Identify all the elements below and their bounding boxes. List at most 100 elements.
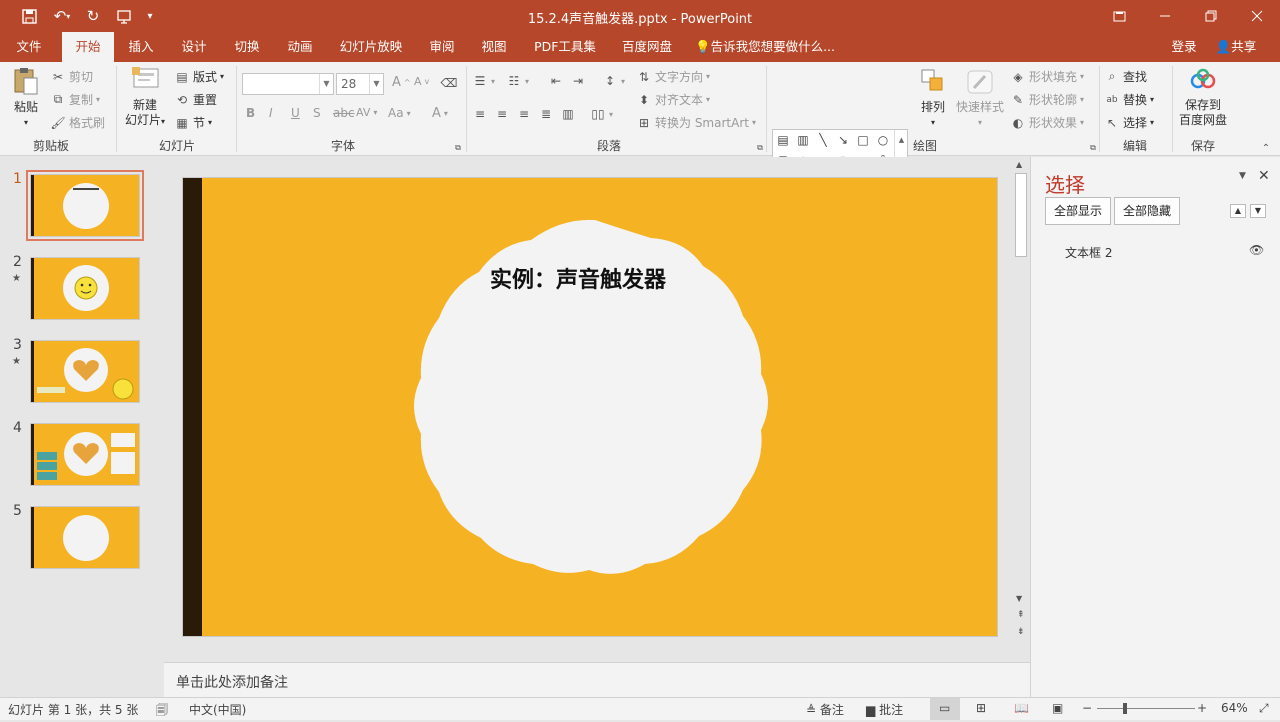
collapse-ribbon-icon[interactable]: ⌃ (1258, 140, 1274, 156)
arrange-button[interactable]: 排列 ▾ (914, 68, 952, 130)
zoom-level[interactable]: 64% (1221, 701, 1248, 715)
increase-indent-button[interactable]: ⇥ (570, 73, 586, 89)
align-center-button[interactable]: ≡ (494, 106, 510, 122)
justify-button[interactable]: ≣ (538, 106, 554, 122)
slide-title[interactable]: 实例：声音触发器 (490, 262, 700, 294)
textbox-shape-icon[interactable]: ▤ (774, 131, 792, 149)
scrollbar-thumb[interactable] (1015, 173, 1027, 257)
copy-button[interactable]: ⧉ 复制 ▾ (50, 91, 100, 108)
scroll-down-icon[interactable]: ▼ (1016, 594, 1022, 603)
layout-button[interactable]: ▤ 版式 ▾ (174, 68, 224, 85)
zoom-slider-thumb[interactable] (1123, 703, 1127, 714)
align-right-button[interactable]: ≡ (516, 106, 532, 122)
pane-options-icon[interactable]: ▼ (1239, 171, 1246, 181)
line-shape-icon[interactable]: ╲ (814, 131, 832, 149)
tab-slideshow[interactable]: 幻灯片放映 (332, 32, 410, 62)
vertical-textbox-shape-icon[interactable]: ▥ (794, 131, 812, 149)
font-size-field[interactable]: 28 ▼ (336, 73, 384, 95)
bold-button[interactable]: B (246, 106, 255, 120)
hide-all-button[interactable]: 全部隐藏 (1114, 197, 1181, 225)
font-color-button[interactable]: A ▾ (432, 106, 448, 121)
slide-sorter-icon[interactable]: ⊞ (976, 701, 986, 715)
login-link[interactable]: 登录 (1166, 32, 1202, 62)
eye-icon[interactable]: 👁 (1249, 243, 1264, 257)
notes-pane[interactable]: 单击此处添加备注 (164, 662, 1030, 697)
slide-thumbnail-4[interactable] (30, 423, 140, 486)
spelling-icon[interactable]: 🗐 (156, 701, 168, 722)
fit-to-window-icon[interactable]: ⤢ (1259, 701, 1269, 716)
strikethrough-button[interactable]: abc (333, 106, 355, 120)
tab-transitions[interactable]: 切换 (225, 32, 269, 62)
shrink-font-button[interactable]: Av (414, 75, 429, 88)
slide-thumbnail-5[interactable] (30, 506, 140, 569)
columns-button[interactable]: ▯▯ ▾ (590, 106, 613, 122)
notes-placeholder[interactable]: 单击此处添加备注 (176, 672, 288, 692)
rectangle-shape-icon[interactable]: □ (854, 131, 872, 149)
convert-smartart-button[interactable]: ⊞ 转换为 SmartArt ▾ (636, 114, 756, 131)
format-painter-button[interactable]: 🖌 格式刷 (50, 114, 105, 131)
previous-slide-icon[interactable]: ⇞ (1017, 610, 1025, 620)
language-indicator[interactable]: 中文(中国) (189, 701, 246, 718)
tab-view[interactable]: 视图 (472, 32, 516, 62)
comments-toggle[interactable]: ▆ 批注 (866, 701, 903, 718)
reset-button[interactable]: ⟲ 重置 (174, 91, 217, 108)
font-name-field[interactable]: ▼ (242, 73, 334, 95)
tell-me-search[interactable]: 💡告诉我您想要做什么... (695, 32, 840, 62)
close-icon[interactable] (1242, 4, 1272, 28)
tab-animations[interactable]: 动画 (278, 32, 322, 62)
vertical-scrollbar[interactable]: ▲ ▼ ⇞ ⇟ (1013, 157, 1030, 642)
slide-canvas[interactable]: 实例：声音触发器 (183, 178, 997, 636)
tab-insert[interactable]: 插入 (119, 32, 163, 62)
bring-forward-icon[interactable]: ▲ (1230, 204, 1246, 218)
new-slide-button[interactable]: 新建 幻灯片▾ (122, 66, 168, 129)
shape-fill-button[interactable]: ◈ 形状填充 ▾ (1010, 68, 1084, 85)
send-backward-icon[interactable]: ▼ (1250, 204, 1266, 218)
text-shadow-button[interactable]: S (313, 106, 321, 120)
tab-review[interactable]: 审阅 (420, 32, 464, 62)
change-case-button[interactable]: Aa ▾ (388, 106, 411, 120)
grow-font-button[interactable]: A ^ (392, 75, 411, 90)
scalloped-circle-shape[interactable] (183, 178, 997, 636)
arrow-line-shape-icon[interactable]: ↘ (834, 131, 852, 149)
slide-thumbnail-3[interactable] (30, 340, 140, 403)
quick-styles-button[interactable]: 快速样式 ▾ (954, 68, 1006, 130)
tab-baidu-netdisk[interactable]: 百度网盘 (614, 32, 680, 62)
minimize-icon[interactable] (1150, 4, 1180, 28)
shape-effects-button[interactable]: ◐ 形状效果 ▾ (1010, 114, 1084, 131)
maximize-icon[interactable] (1196, 4, 1226, 28)
underline-button[interactable]: U (291, 106, 300, 120)
scroll-up-icon[interactable]: ▲ (1016, 160, 1022, 169)
text-direction-button[interactable]: ⇅ 文字方向 ▾ (636, 68, 710, 85)
char-spacing-button[interactable]: AV ▾ (356, 106, 377, 119)
italic-button[interactable]: I (269, 106, 273, 120)
slideshow-view-icon[interactable]: ▣ (1052, 701, 1063, 715)
select-button[interactable]: ↖ 选择 ▾ (1104, 114, 1154, 131)
replace-button[interactable]: ab 替换 ▾ (1104, 91, 1154, 108)
bullets-button[interactable]: ☰ ▾ (472, 73, 495, 89)
clear-format-button[interactable]: ⌫ (441, 75, 458, 91)
save-to-baidu-button[interactable]: 保存到 百度网盘 (1176, 68, 1230, 128)
zoom-out-icon[interactable]: − (1082, 701, 1092, 715)
pane-close-icon[interactable]: ✕ (1258, 168, 1270, 184)
numbering-button[interactable]: ☷ ▾ (506, 73, 529, 89)
slide-thumbnail-pane[interactable]: 1 2 ★ 3 ★ 4 5 (0, 157, 164, 697)
decrease-indent-button[interactable]: ⇤ (548, 73, 564, 89)
tab-file[interactable]: 文件 (6, 32, 52, 62)
paste-button[interactable]: 粘贴 ▾ (8, 66, 44, 130)
restore-icon[interactable] (1104, 4, 1134, 28)
tab-pdf-tools[interactable]: PDF工具集 (528, 32, 602, 62)
zoom-in-icon[interactable]: + (1197, 701, 1207, 715)
section-button[interactable]: ▦ 节 ▾ (174, 114, 212, 131)
tab-home[interactable]: 开始 (62, 32, 114, 62)
line-spacing-button[interactable]: ↕ ▾ (602, 73, 625, 89)
font-dialog-launcher-icon[interactable]: ⧉ (450, 140, 466, 156)
shape-outline-button[interactable]: ✎ 形状轮廓 ▾ (1010, 91, 1084, 108)
share-button[interactable]: 👤共享 (1208, 32, 1264, 62)
selection-list-item[interactable]: 文本框 2 👁 (1031, 241, 1280, 263)
next-slide-icon[interactable]: ⇟ (1017, 627, 1025, 637)
align-left-button[interactable]: ≡ (472, 106, 488, 122)
cut-button[interactable]: ✂ 剪切 (50, 68, 93, 85)
notes-toggle[interactable]: ≜ 备注 (806, 701, 844, 718)
align-text-button[interactable]: ⬍ 对齐文本 ▾ (636, 91, 710, 108)
oval-shape-icon[interactable]: ○ (874, 131, 892, 149)
